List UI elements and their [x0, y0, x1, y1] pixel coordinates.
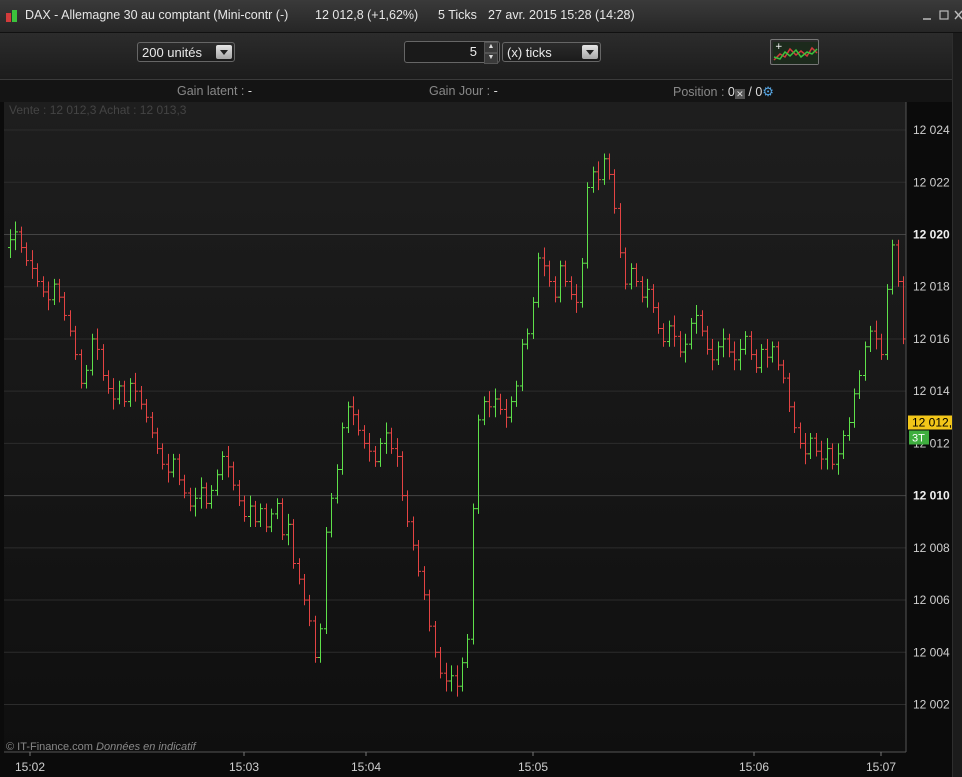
toolbar: 200 unités 5 ▲ ▼ (x) ticks +: [0, 33, 962, 80]
y-tick-label: 12 022: [913, 175, 950, 189]
side-scrollbar[interactable]: [952, 33, 962, 777]
x-tick-label: 15:04: [351, 760, 381, 774]
y-tick-label: 12 002: [913, 698, 950, 712]
tick-count-stepper[interactable]: ▲ ▼: [484, 42, 498, 64]
tick-unit-label: (x) ticks: [507, 45, 552, 60]
units-select-label: 200 unités: [142, 45, 202, 60]
x-tick-label: 15:06: [739, 760, 769, 774]
title-price: 12 012,8 (+1,62%): [315, 8, 419, 22]
stepper-down-icon[interactable]: ▼: [484, 53, 498, 64]
y-tick-label: 12 020: [913, 228, 950, 242]
tick-count-label: 3T: [912, 433, 925, 445]
close-position-icon[interactable]: ✕: [734, 89, 745, 99]
y-tick-label: 12 014: [913, 384, 950, 398]
tick-unit-select[interactable]: (x) ticks: [502, 42, 601, 62]
gain-latent: Gain latent : -: [177, 84, 253, 98]
x-tick-label: 15:05: [518, 760, 548, 774]
position-info-bar: Gain latent : - Gain Jour : - Position :…: [0, 80, 962, 102]
position: Position : 0✕ / 0⚙: [673, 84, 774, 99]
y-tick-label: 12 006: [913, 593, 950, 607]
y-tick-label: 12 018: [913, 280, 950, 294]
x-tick-label: 15:03: [229, 760, 259, 774]
price-chart[interactable]: 12 024 12 022 12 020 12 018 12 016 12 014 12 0…: [0, 102, 962, 777]
y-tick-label: 12 010: [913, 489, 950, 503]
bid-ask-readout: Vente : 12 012,3 Achat : 12 013,3: [9, 103, 187, 117]
y-tick-label: 12 016: [913, 332, 950, 346]
y-tick-label: 12 024: [913, 123, 950, 137]
maximize-icon[interactable]: [937, 8, 951, 22]
stepper-up-icon[interactable]: ▲: [484, 42, 498, 53]
data-source-note: © IT-Finance.com Données en indicatif: [6, 741, 196, 753]
chevron-down-icon[interactable]: [216, 45, 232, 59]
svg-text:+: +: [775, 42, 783, 52]
title-datetime: 27 avr. 2015 15:28 (14:28): [488, 8, 635, 22]
y-tick-label: 12 008: [913, 541, 950, 555]
chart-settings-button[interactable]: +: [770, 39, 819, 65]
minimize-icon[interactable]: [920, 8, 934, 22]
chevron-down-icon[interactable]: [582, 45, 598, 59]
app-icon: [6, 10, 18, 22]
title-ticks: 5 Ticks: [438, 8, 477, 22]
units-select[interactable]: 200 unités: [137, 42, 235, 62]
title-bar: DAX - Allemagne 30 au comptant (Mini-con…: [0, 0, 962, 33]
x-tick-label: 15:07: [866, 760, 896, 774]
y-tick-label: 12 004: [913, 645, 950, 659]
plot-area: [4, 102, 906, 752]
window-title: DAX - Allemagne 30 au comptant (Mini-con…: [25, 8, 289, 22]
gain-jour: Gain Jour : -: [429, 84, 498, 98]
gear-icon[interactable]: ⚙: [762, 84, 774, 99]
close-icon[interactable]: [954, 8, 962, 22]
chart-settings-icon: +: [773, 42, 818, 64]
x-tick-label: 15:02: [15, 760, 45, 774]
